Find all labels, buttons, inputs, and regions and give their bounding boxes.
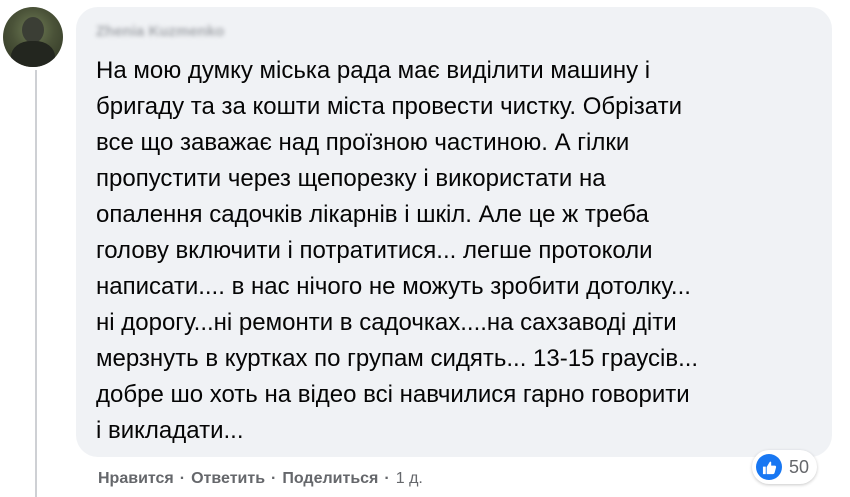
avatar-head-shape bbox=[22, 17, 44, 43]
comment-bubble: Zhenia Kuzmenko На мою думку міська рада… bbox=[76, 7, 832, 457]
like-button[interactable]: Нравится bbox=[98, 470, 174, 488]
thread-line bbox=[35, 70, 37, 497]
reply-button[interactable]: Ответить bbox=[191, 470, 265, 488]
comment-text: На мою думку міська рада має виділити ма… bbox=[96, 57, 699, 444]
separator-dot: · bbox=[271, 470, 277, 487]
comment-author-name[interactable]: Zhenia Kuzmenko bbox=[96, 23, 224, 40]
reaction-count: 50 bbox=[789, 456, 810, 477]
avatar-body-shape bbox=[11, 41, 55, 67]
separator-dot: · bbox=[179, 470, 186, 487]
share-button[interactable]: Поделиться bbox=[282, 470, 378, 488]
separator-dot: · bbox=[384, 470, 390, 487]
reactions-summary[interactable]: 50 bbox=[752, 450, 818, 484]
avatar[interactable] bbox=[3, 7, 63, 67]
comment-actions: Нравится · Ответить · Поделиться · 1 д. bbox=[98, 470, 423, 488]
like-icon bbox=[756, 454, 782, 480]
comment-timestamp[interactable]: 1 д. bbox=[396, 470, 423, 488]
